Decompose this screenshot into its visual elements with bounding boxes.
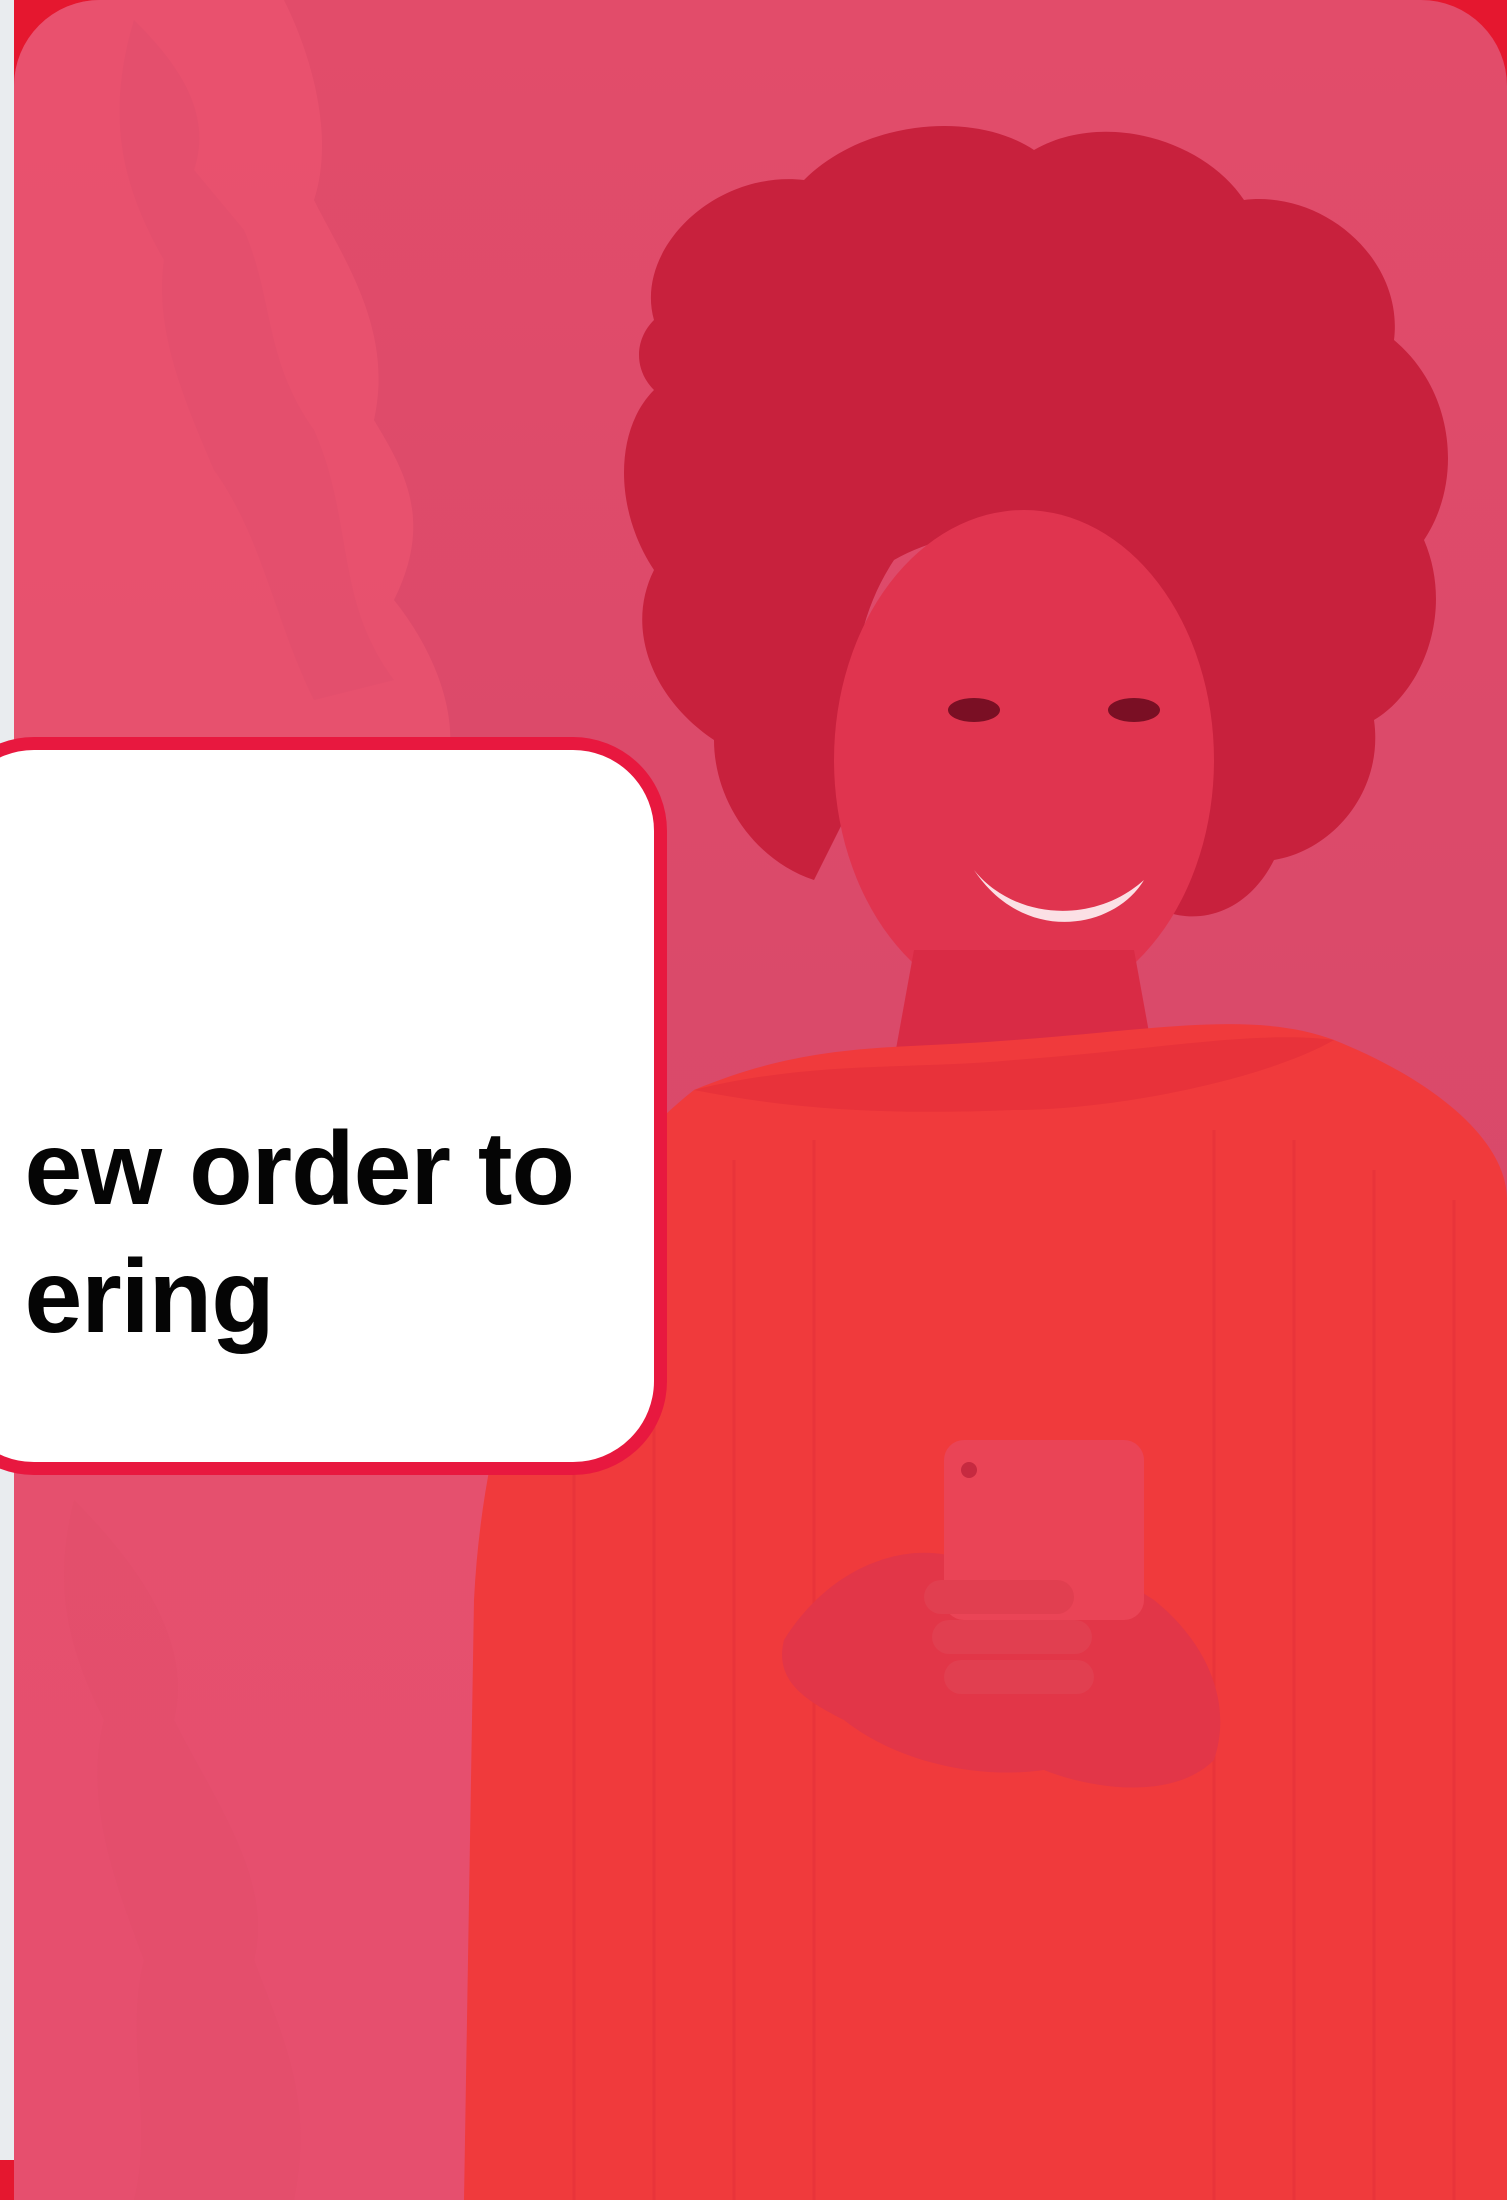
face [834, 510, 1214, 1010]
headline: ew order to ering [24, 1105, 575, 1361]
message-card: ew order to ering [0, 737, 667, 1475]
headline-line-1: ew order to [24, 1111, 575, 1227]
headline-line-2: ering [24, 1239, 274, 1355]
